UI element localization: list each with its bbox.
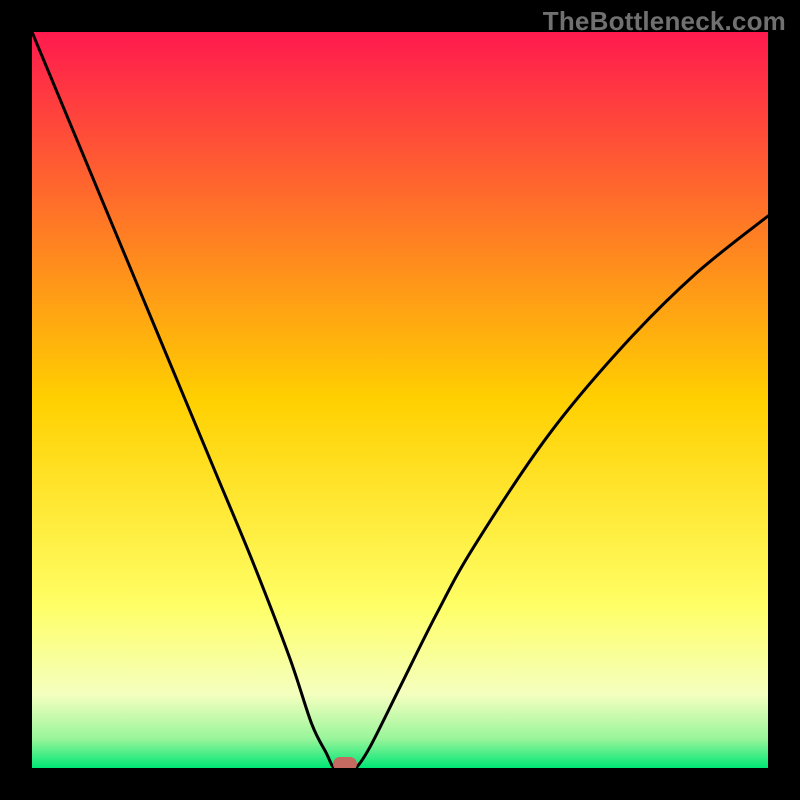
optimal-marker xyxy=(333,757,357,768)
outer-frame: TheBottleneck.com xyxy=(0,0,800,800)
chart-svg xyxy=(32,32,768,768)
gradient-background xyxy=(32,32,768,768)
plot-area xyxy=(32,32,768,768)
